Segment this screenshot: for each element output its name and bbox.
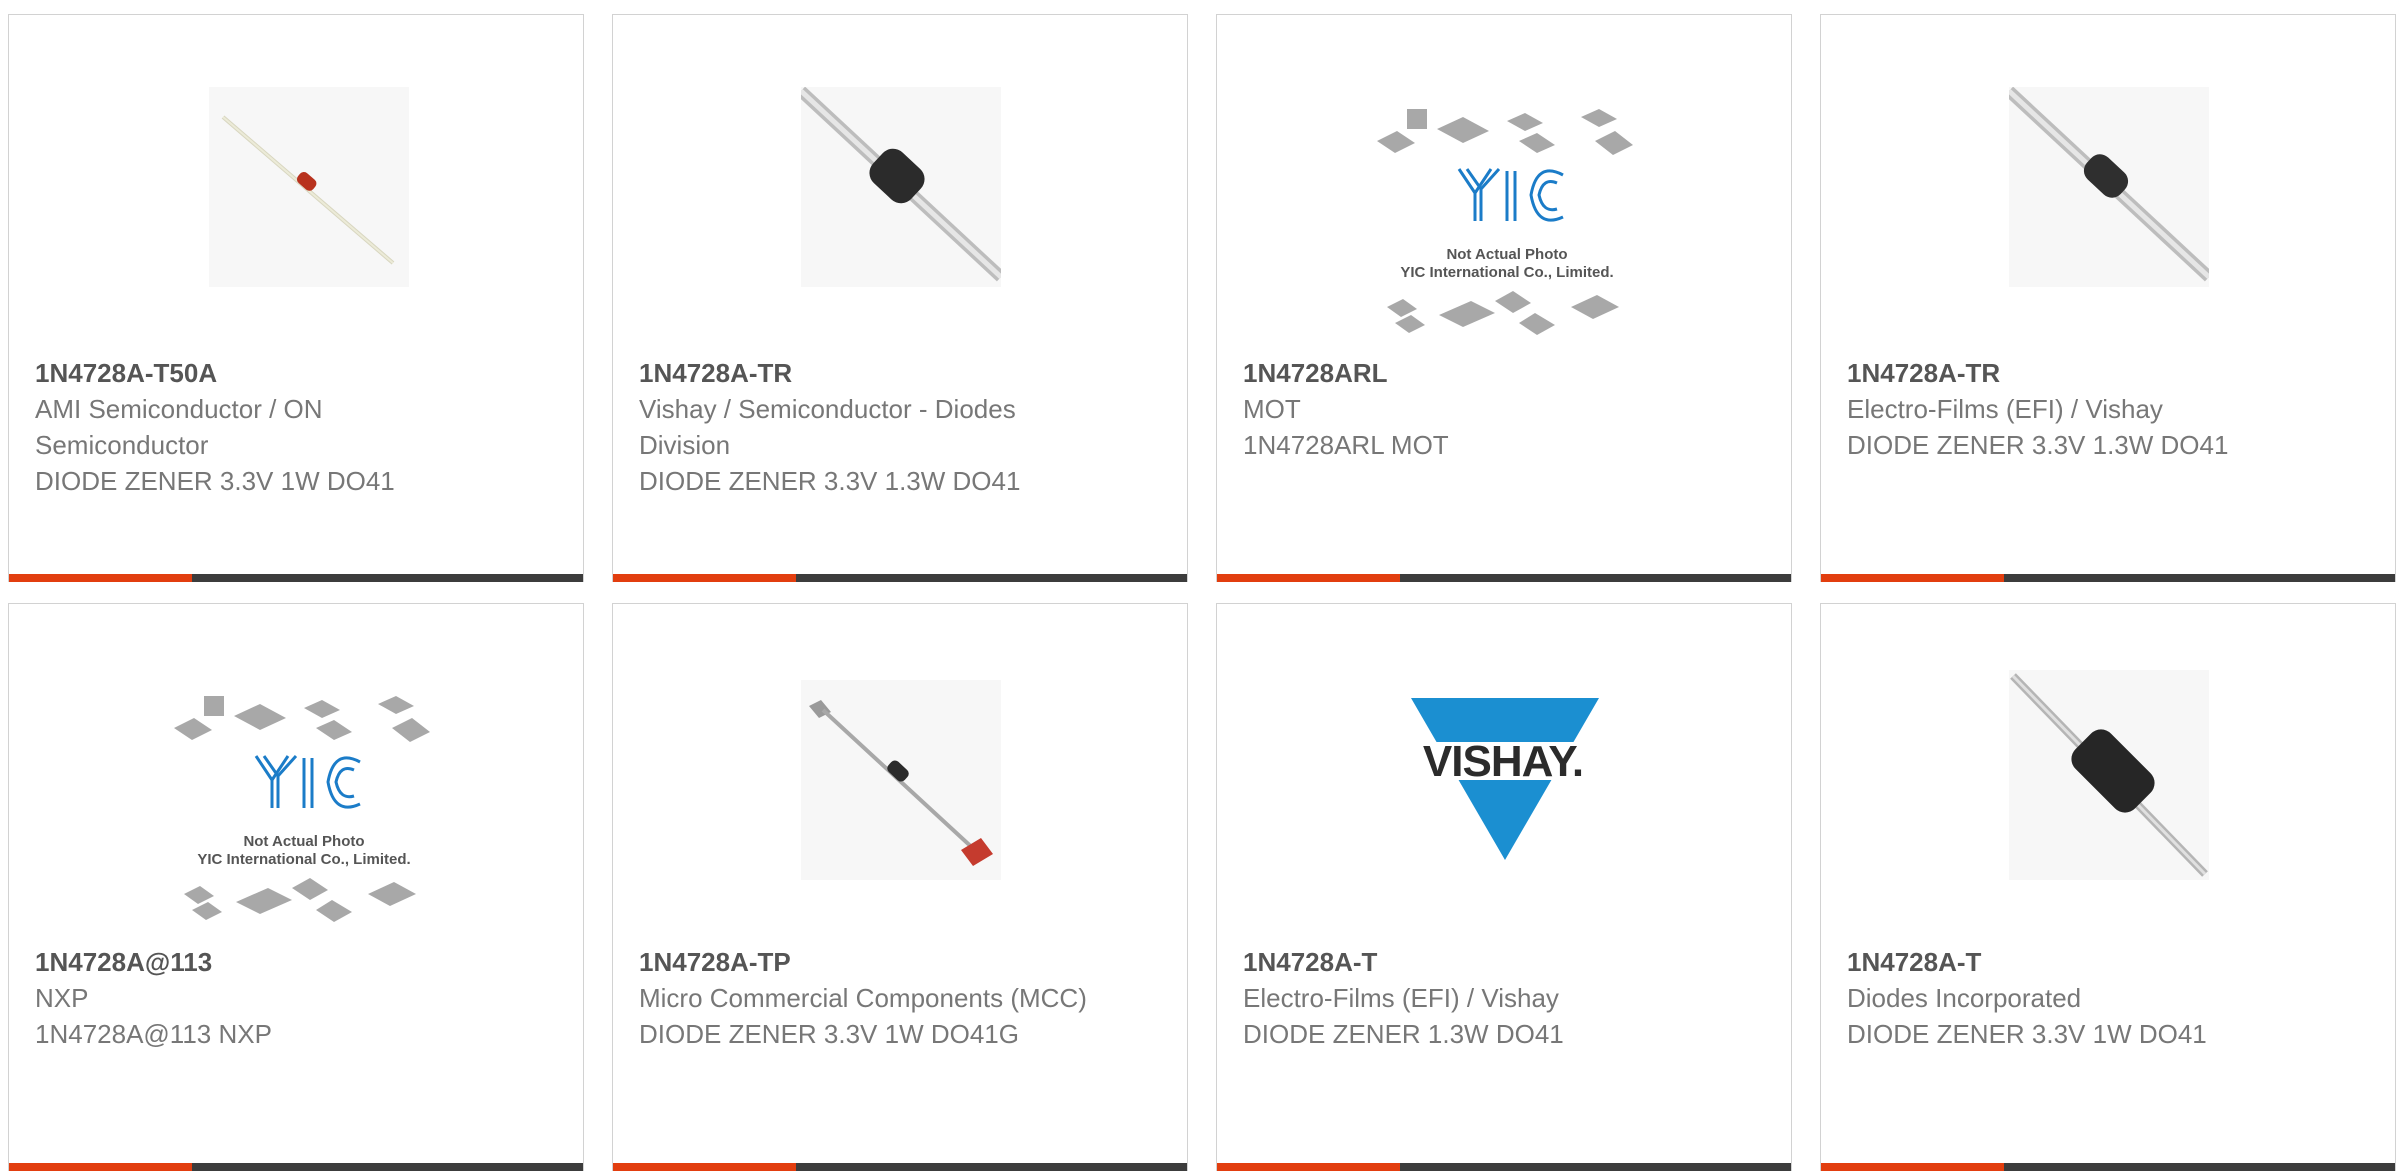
part-number[interactable]: 1N4728A-TR [1847,355,2307,391]
description: 1N4728ARL MOT [1243,430,1449,460]
part-number[interactable]: 1N4728A-TP [639,944,1099,980]
manufacturer: AMI Semiconductor / ON Semiconductor [35,394,323,460]
part-number[interactable]: 1N4728A-T50A [35,355,495,391]
card-bar-accent [1217,574,1400,582]
part-number[interactable]: 1N4728A-T [1243,944,1703,980]
manufacturer: Diodes Incorporated [1847,983,2082,1013]
card-bar [9,574,583,582]
product-card[interactable]: Not Actual Photo YIC International Co., … [1216,14,1792,582]
card-bar-accent [9,574,192,582]
yic-placeholder-icon: Not Actual Photo YIC International Co., … [164,688,444,938]
card-bar-accent [613,1163,796,1171]
part-number[interactable]: 1N4728ARL [1243,355,1703,391]
vishay-logo-text: VISHAY. [1423,737,1583,786]
product-card[interactable]: 1N4728A-T50A AMI Semiconductor / ON Semi… [8,14,584,582]
card-bar [613,574,1187,582]
photo-caption-1: Not Actual Photo [1446,246,1567,263]
axial-diode-red-icon [209,87,409,287]
card-bar-accent [1217,1163,1400,1171]
product-card[interactable]: Not Actual Photo YIC International Co., … [8,603,584,1171]
part-number[interactable]: 1N4728A@113 [35,944,495,980]
axial-diode-large-black-icon [2009,670,2209,880]
vishay-logo: VISHAY. [1403,692,1603,866]
product-card[interactable]: 1N4728A-T Diodes Incorporated DIODE ZENE… [1820,603,2396,1171]
part-number[interactable]: 1N4728A-TR [639,355,1099,391]
product-card[interactable]: 1N4728A-TP Micro Commercial Components (… [612,603,1188,1171]
photo-caption-2: YIC International Co., Limited. [197,851,410,868]
manufacturer: Electro-Films (EFI) / Vishay [1243,983,1559,1013]
description: DIODE ZENER 1.3W DO41 [1243,1019,1564,1049]
card-bar-accent [9,1163,192,1171]
manufacturer: Electro-Films (EFI) / Vishay [1847,394,2163,424]
manufacturer: Micro Commercial Components (MCC) [639,983,1087,1013]
card-bar [1217,574,1791,582]
card-bar-accent [1821,574,2004,582]
description: DIODE ZENER 3.3V 1.3W DO41 [639,466,1021,496]
description: 1N4728A@113 NXP [35,1019,272,1049]
description: DIODE ZENER 3.3V 1W DO41 [35,466,395,496]
card-bar [1217,1163,1791,1171]
card-bar [1821,574,2395,582]
card-bar [1821,1163,2395,1171]
manufacturer: MOT [1243,394,1301,424]
card-bar [9,1163,583,1171]
yic-placeholder-icon: Not Actual Photo YIC International Co., … [1367,101,1647,351]
photo-caption-2: YIC International Co., Limited. [1400,264,1613,281]
product-card[interactable]: 1N4728A-TR Electro-Films (EFI) / Vishay … [1820,14,2396,582]
description: DIODE ZENER 3.3V 1.3W DO41 [1847,430,2229,460]
product-card[interactable]: 1N4728A-TR Vishay / Semiconductor - Diod… [612,14,1188,582]
manufacturer: Vishay / Semiconductor - Diodes Division [639,394,1016,460]
taped-diode-icon [801,680,1001,880]
card-bar-accent [1821,1163,2004,1171]
description: DIODE ZENER 3.3V 1W DO41 [1847,1019,2207,1049]
photo-caption-1: Not Actual Photo [243,833,364,850]
description: DIODE ZENER 3.3V 1W DO41G [639,1019,1019,1049]
axial-diode-black-icon [2009,87,2209,287]
manufacturer: NXP [35,983,89,1013]
axial-diode-black-icon [801,87,1001,287]
card-bar [613,1163,1187,1171]
product-grid: 1N4728A-T50A AMI Semiconductor / ON Semi… [0,0,2400,1171]
product-card[interactable]: VISHAY. 1N4728A-T Electro-Films (EFI) / … [1216,603,1792,1171]
part-number[interactable]: 1N4728A-T [1847,944,2307,980]
card-bar-accent [613,574,796,582]
